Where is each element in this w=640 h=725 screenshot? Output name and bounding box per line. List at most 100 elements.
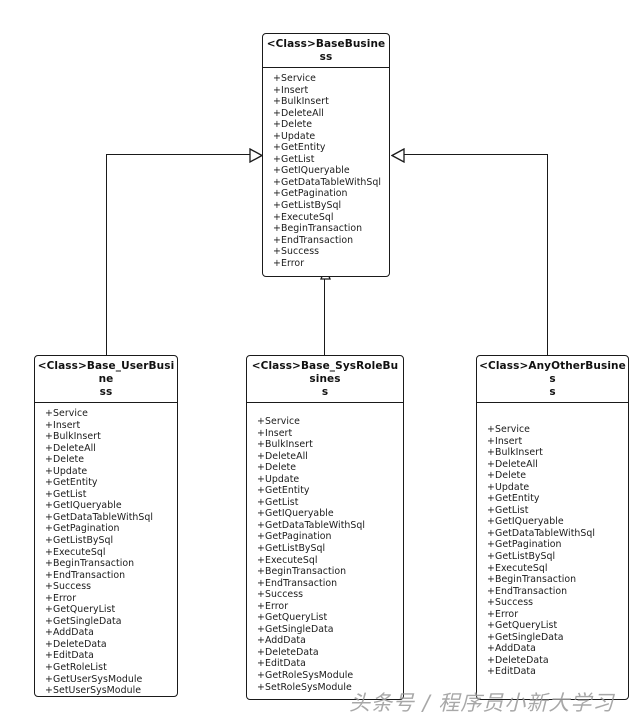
class-member: +GetDataTableWithSql — [273, 176, 382, 188]
class-member: +ExecuteSql — [45, 546, 106, 558]
visibility-marker: + — [45, 419, 53, 431]
visibility-marker: + — [45, 408, 53, 419]
class-member: +AddData — [487, 643, 536, 655]
class-member: +GetListBySql — [487, 551, 556, 563]
visibility-marker: + — [45, 558, 53, 570]
class-member: +GetQueryList — [257, 612, 328, 624]
class-member: +DeleteData — [257, 646, 319, 658]
visibility-marker: + — [257, 473, 265, 485]
class-member: +BulkInsert — [45, 431, 101, 443]
visibility-marker: + — [257, 531, 265, 543]
class-member: +BeginTransaction — [257, 566, 347, 578]
class-member: +GetDataTableWithSql — [257, 519, 366, 531]
class-box-base-user-business[interactable]: <Class>Base_UserBusine ss +Service +Insert… — [34, 355, 178, 697]
class-member: +GetListBySql — [45, 535, 114, 547]
class-member: +GetList — [487, 504, 529, 516]
visibility-marker: + — [257, 427, 265, 439]
visibility-marker: + — [487, 620, 495, 632]
visibility-marker: + — [273, 84, 281, 96]
visibility-marker: + — [45, 638, 53, 650]
class-member: +GetIQueryable — [273, 165, 350, 177]
visibility-marker: + — [257, 612, 265, 624]
visibility-marker: + — [257, 508, 265, 520]
visibility-marker: + — [257, 623, 265, 635]
class-box-any-other-business[interactable]: <Class>AnyOtherBusines s +Service +Insert +… — [476, 355, 629, 700]
class-member: +Service — [273, 73, 316, 84]
visibility-marker: + — [487, 574, 495, 586]
class-member: +DeleteAll — [487, 458, 538, 470]
class-member: +GetUserSysModule — [45, 673, 143, 685]
class-member: +Update — [273, 130, 316, 142]
visibility-marker: + — [45, 581, 53, 593]
visibility-marker: + — [257, 566, 265, 578]
visibility-marker: + — [487, 631, 495, 643]
class-member: +GetRoleSysModule — [257, 670, 354, 682]
class-member: +AddData — [257, 635, 306, 647]
class-member: +Insert — [45, 419, 81, 431]
visibility-marker: + — [273, 96, 281, 108]
class-member: +EditData — [45, 650, 94, 662]
class-box-base-sysrole-business[interactable]: <Class>Base_SysRoleBusines s +Service +Ins… — [246, 355, 404, 700]
visibility-marker: + — [487, 608, 495, 620]
visibility-marker: + — [45, 673, 53, 685]
class-member: +DeleteAll — [273, 107, 324, 119]
visibility-marker: + — [487, 643, 495, 655]
class-member: +Success — [257, 589, 304, 601]
class-member: +GetListBySql — [273, 200, 342, 212]
class-member: +GetListBySql — [257, 543, 326, 555]
class-member: +GetQueryList — [45, 604, 116, 616]
visibility-marker: + — [487, 504, 495, 516]
class-title-base-business: <Class>BaseBusiness — [263, 34, 389, 68]
class-member: +GetIQueryable — [487, 516, 564, 528]
visibility-marker: + — [45, 523, 53, 535]
class-member: +GetList — [45, 488, 87, 500]
visibility-marker: + — [45, 465, 53, 477]
class-member: +Update — [45, 465, 88, 477]
visibility-marker: + — [273, 211, 281, 223]
class-members-base-sysrole-business: +Service +Insert +BulkInsert +DeleteAll +Del… — [247, 403, 403, 697]
class-member: +Success — [45, 581, 92, 593]
class-member: +Insert — [487, 435, 523, 447]
class-member: +GetSingleData — [45, 615, 122, 627]
visibility-marker: + — [257, 600, 265, 612]
visibility-marker: + — [487, 551, 495, 563]
class-box-base-business[interactable]: <Class>BaseBusiness +Service +Insert +Bulk… — [262, 33, 390, 277]
visibility-marker: + — [487, 562, 495, 574]
visibility-marker: + — [257, 658, 265, 670]
visibility-marker: + — [257, 519, 265, 531]
class-members-any-other-business: +Service +Insert +BulkInsert +DeleteAll +Del… — [477, 403, 628, 682]
visibility-marker: + — [273, 176, 281, 188]
visibility-marker: + — [487, 470, 495, 482]
visibility-marker: + — [45, 535, 53, 547]
visibility-marker: + — [257, 635, 265, 647]
visibility-marker: + — [257, 646, 265, 658]
visibility-marker: + — [273, 153, 281, 165]
visibility-marker: + — [487, 597, 495, 609]
visibility-marker: + — [487, 481, 495, 493]
class-member: +GetList — [273, 153, 315, 165]
class-member: +GetPagination — [257, 531, 332, 543]
connector-vertical-middle — [324, 277, 326, 355]
class-member: +Delete — [273, 119, 313, 131]
class-member: +GetQueryList — [487, 620, 558, 632]
visibility-marker: + — [257, 439, 265, 451]
class-member: +Update — [487, 481, 530, 493]
visibility-marker: + — [487, 458, 495, 470]
class-member: +Service — [487, 424, 530, 435]
visibility-marker: + — [257, 496, 265, 508]
class-member: +BulkInsert — [487, 447, 543, 459]
class-member: +BulkInsert — [257, 439, 313, 451]
class-member: +BeginTransaction — [273, 223, 363, 235]
class-member: +GetIQueryable — [45, 500, 122, 512]
visibility-marker: + — [257, 554, 265, 566]
class-member: +ExecuteSql — [273, 211, 334, 223]
class-member: +DeleteData — [487, 654, 549, 666]
visibility-marker: + — [273, 119, 281, 131]
class-member: +GetSingleData — [487, 631, 564, 643]
connector-horizontal-right — [404, 154, 548, 156]
visibility-marker: + — [487, 527, 495, 539]
visibility-marker: + — [45, 604, 53, 616]
visibility-marker: + — [45, 662, 53, 674]
class-title-base-user-business: <Class>Base_UserBusine ss — [35, 356, 177, 403]
visibility-marker: + — [273, 73, 281, 84]
